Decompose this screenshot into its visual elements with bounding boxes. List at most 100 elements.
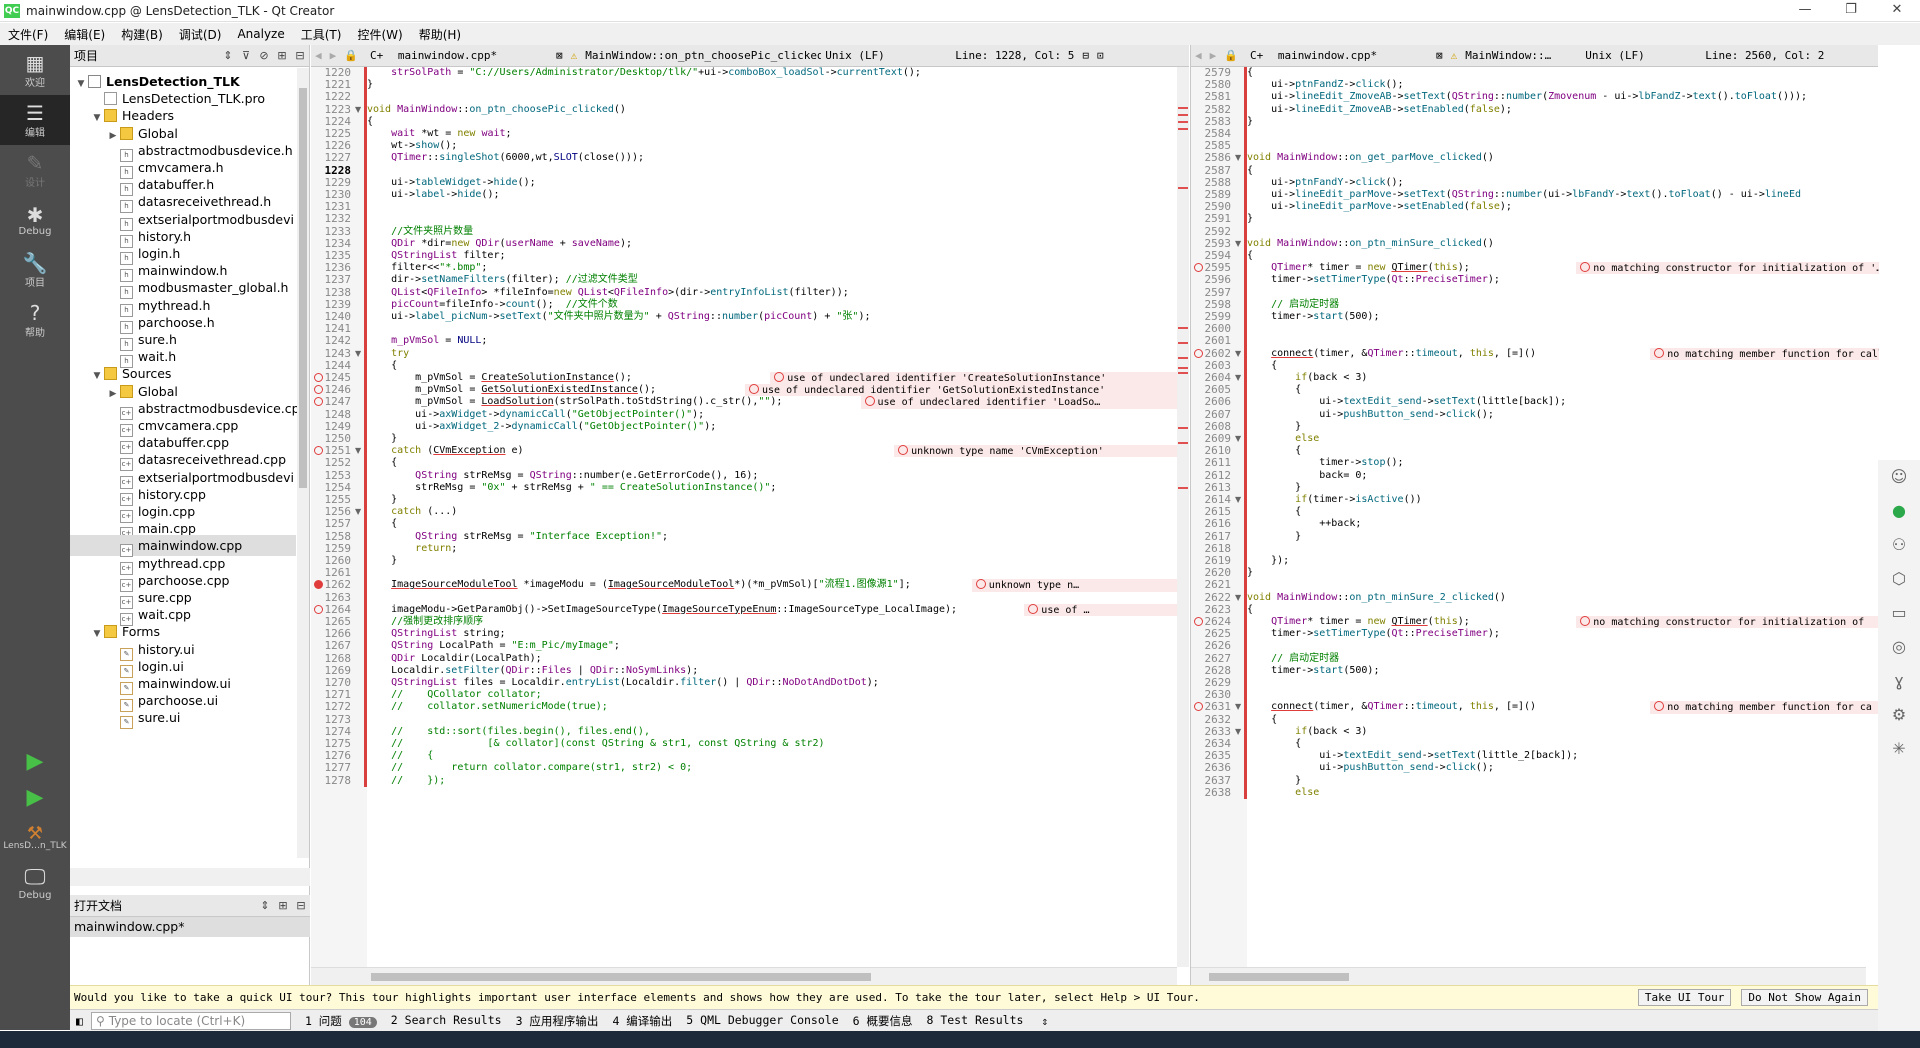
pane-view-select[interactable]: 项目 bbox=[74, 47, 219, 64]
menu-item[interactable]: 文件(F) bbox=[0, 26, 56, 43]
back-arrow-icon[interactable]: ◀ bbox=[1191, 49, 1206, 62]
close-editor-icon[interactable]: ⊠ bbox=[552, 49, 567, 62]
cursor-position[interactable]: Line: 1228, Col: 5 bbox=[951, 49, 1078, 62]
output-tab[interactable]: 8 Test Results bbox=[926, 1013, 1023, 1029]
debug-run-button[interactable]: ▶ bbox=[22, 785, 48, 811]
fold-arrow-icon[interactable]: ▼ bbox=[355, 506, 361, 521]
output-tab[interactable]: 3 应用程序输出 bbox=[516, 1013, 599, 1029]
toggle-sidebar-icon[interactable]: ◧ bbox=[76, 1014, 83, 1028]
menu-item[interactable]: 构建(B) bbox=[113, 26, 171, 43]
error-marker-icon[interactable] bbox=[1194, 348, 1203, 358]
split-icon[interactable]: ⊟ bbox=[1078, 49, 1093, 62]
line-ending-select[interactable]: Unix (LF) bbox=[821, 49, 951, 62]
symbol-select[interactable]: MainWindow::on_ptn_choosePic_clicked… bbox=[581, 49, 821, 62]
close-split-icon[interactable]: ⊡ bbox=[1093, 49, 1108, 62]
ribbon-icon[interactable]: ɣ bbox=[1878, 664, 1920, 698]
chevron-down-icon[interactable]: ⇕ bbox=[256, 899, 274, 912]
star-icon[interactable]: ✳ bbox=[1878, 732, 1920, 766]
error-marker-icon[interactable] bbox=[1194, 617, 1203, 626]
fold-arrow-icon[interactable]: ▼ bbox=[1235, 701, 1241, 716]
fold-arrow-icon[interactable]: ▼ bbox=[1235, 348, 1241, 363]
run-button[interactable]: ▶ bbox=[22, 749, 48, 775]
maximize-button[interactable]: ❐ bbox=[1828, 0, 1874, 22]
line-number-gutter[interactable]: 2579 2580 2581 2582 2583 2584 2585 2586 ▼ 2587 258… bbox=[1191, 66, 1247, 967]
filter-icon[interactable]: ⊽ bbox=[237, 49, 255, 62]
close-pane-icon[interactable]: ⊟ bbox=[291, 49, 309, 62]
fold-arrow-icon[interactable]: ▼ bbox=[1235, 372, 1241, 387]
chat-icon[interactable]: ● bbox=[1878, 494, 1920, 528]
split-icon[interactable]: ⊞ bbox=[274, 899, 292, 912]
cursor-position[interactable]: Line: 2560, Col: 2 bbox=[1701, 49, 1828, 62]
code-line: timer->start(500); bbox=[1247, 311, 1380, 322]
code-area[interactable]: strSolPath = "C://Users/Administrator/De… bbox=[367, 67, 1177, 967]
file-select[interactable]: C+ mainwindow.cpp* bbox=[1242, 49, 1432, 62]
menu-item[interactable]: 控件(W) bbox=[349, 26, 410, 43]
mode-debug[interactable]: ✱ Debug bbox=[0, 195, 70, 245]
editor-hscrollbar[interactable] bbox=[1191, 967, 1866, 985]
menu-item[interactable]: 工具(T) bbox=[293, 26, 350, 43]
chevron-updown-icon[interactable]: ⇕ bbox=[1041, 1014, 1048, 1028]
forward-arrow-icon[interactable]: ▶ bbox=[326, 49, 341, 62]
do-not-show-again-button[interactable]: Do Not Show Again bbox=[1741, 989, 1868, 1006]
code-line: else bbox=[1295, 433, 1320, 444]
output-tab[interactable]: 5 QML Debugger Console bbox=[686, 1013, 838, 1029]
link-icon[interactable]: ⊘ bbox=[255, 49, 273, 62]
diagnostic-text: use of … bbox=[1041, 604, 1090, 616]
mode-help[interactable]: ? 帮助 bbox=[0, 295, 70, 345]
menu-item[interactable]: 编辑(E) bbox=[56, 26, 113, 43]
mode-edit[interactable]: ☰ 编辑 bbox=[0, 95, 70, 145]
fold-arrow-icon[interactable]: ▼ bbox=[1235, 433, 1241, 448]
user-icon[interactable]: ⚇ bbox=[1878, 528, 1920, 562]
fold-arrow-icon[interactable]: ▼ bbox=[1235, 592, 1241, 607]
target-icon[interactable]: ◎ bbox=[1878, 630, 1920, 664]
tree-item[interactable]: ✎ sure.ui bbox=[70, 707, 296, 730]
error-marker-icon[interactable] bbox=[314, 373, 323, 382]
output-tab[interactable]: 4 编译输出 bbox=[612, 1013, 672, 1029]
menu-item[interactable]: Analyze bbox=[229, 27, 292, 41]
editor-hscrollbar[interactable] bbox=[311, 967, 1177, 985]
editor-vscrollbar[interactable] bbox=[1177, 67, 1189, 967]
file-select[interactable]: C+ mainwindow.cpp* bbox=[362, 49, 552, 62]
fold-arrow-icon[interactable]: ▼ bbox=[355, 104, 361, 119]
tree-hscrollbar[interactable] bbox=[70, 868, 310, 886]
minimize-button[interactable]: — bbox=[1782, 0, 1828, 22]
symbol-select[interactable]: MainWindow::… bbox=[1461, 49, 1581, 62]
fold-arrow-icon[interactable]: ▼ bbox=[1235, 494, 1241, 509]
line-number-gutter[interactable]: 1220 1221 1222 1223 ▼ 1224 1225 1226 1227 1228 122… bbox=[311, 66, 367, 967]
close-pane-icon[interactable]: ⊟ bbox=[292, 899, 310, 912]
fold-arrow-icon[interactable]: ▼ bbox=[355, 445, 361, 460]
back-arrow-icon[interactable]: ◀ bbox=[311, 49, 326, 62]
error-marker-icon[interactable] bbox=[314, 604, 323, 614]
avatar[interactable]: ☺ bbox=[1878, 460, 1920, 494]
code-area[interactable]: { ui->ptnFandZ->click(); ui->lineEdit_Zm… bbox=[1247, 67, 1879, 967]
tree-scrollbar[interactable] bbox=[297, 68, 309, 858]
line-ending-select[interactable]: Unix (LF) bbox=[1581, 49, 1701, 62]
take-ui-tour-button[interactable]: Take UI Tour bbox=[1637, 989, 1732, 1006]
split-icon[interactable]: ⊞ bbox=[273, 49, 291, 62]
line-number: 2636 bbox=[1204, 761, 1232, 775]
chevron-down-icon[interactable]: ⇕ bbox=[219, 49, 237, 62]
output-tab[interactable]: 6 概要信息 bbox=[853, 1013, 913, 1029]
error-circle-icon bbox=[864, 396, 875, 407]
output-tab[interactable]: 1 问题 104 bbox=[305, 1013, 377, 1029]
cube-icon[interactable]: ⬡ bbox=[1878, 562, 1920, 596]
settings-icon[interactable]: ⚙ bbox=[1878, 698, 1920, 732]
fold-arrow-icon[interactable]: ▼ bbox=[1235, 238, 1241, 253]
fold-arrow-icon[interactable]: ▼ bbox=[1235, 726, 1241, 741]
close-button[interactable]: ✕ bbox=[1874, 0, 1920, 22]
mode-wrench[interactable]: 🔧 项目 bbox=[0, 245, 70, 295]
menu-item[interactable]: 帮助(H) bbox=[411, 26, 469, 43]
close-editor-icon[interactable]: ⊠ bbox=[1432, 49, 1447, 62]
folder-icon[interactable]: ▭ bbox=[1878, 596, 1920, 630]
open-doc-item[interactable]: mainwindow.cpp* bbox=[70, 917, 310, 937]
menu-item[interactable]: 调试(D) bbox=[171, 26, 230, 43]
output-tab[interactable]: 2 Search Results bbox=[391, 1013, 502, 1029]
locator-input[interactable]: ⚲ Type to locate (Ctrl+K) bbox=[90, 1011, 291, 1030]
fold-arrow-icon[interactable]: ▼ bbox=[355, 348, 361, 363]
build-hammer-button[interactable]: ⚒ bbox=[22, 821, 48, 847]
kit-selector[interactable]: 🖵 Debug bbox=[0, 857, 70, 909]
mode-design[interactable]: ✎ 设计 bbox=[0, 145, 70, 195]
fold-arrow-icon[interactable]: ▼ bbox=[1235, 152, 1241, 167]
mode-grid[interactable]: ▦ 欢迎 bbox=[0, 45, 70, 95]
forward-arrow-icon[interactable]: ▶ bbox=[1206, 49, 1221, 62]
